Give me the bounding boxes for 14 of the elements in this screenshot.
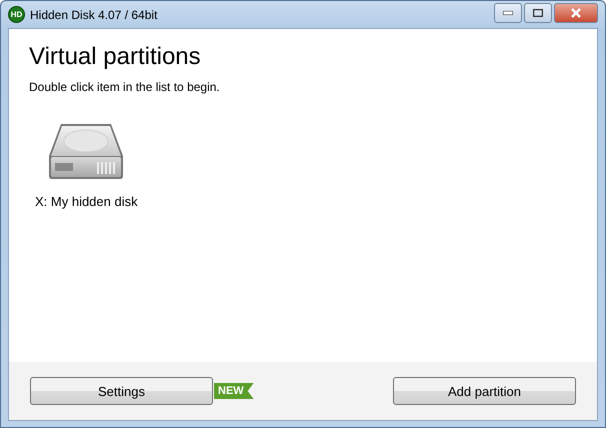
minimize-button[interactable] — [494, 2, 522, 22]
page-heading: Virtual partitions — [29, 43, 202, 71]
partition-label[interactable]: X: My hidden disk — [35, 194, 138, 209]
settings-button[interactable]: Settings — [30, 377, 213, 405]
instruction-text: Double click item in the list to begin. — [29, 80, 221, 94]
maximize-icon — [533, 8, 543, 16]
new-badge: NEW — [214, 383, 254, 399]
app-logo: HD — [8, 6, 25, 23]
window-title: Hidden Disk 4.07 / 64bit — [30, 8, 158, 22]
close-icon — [570, 8, 582, 18]
maximize-button[interactable] — [524, 2, 552, 22]
add-partition-button[interactable]: Add partition — [393, 377, 576, 405]
close-button[interactable] — [554, 2, 598, 22]
minimize-icon — [503, 10, 513, 14]
